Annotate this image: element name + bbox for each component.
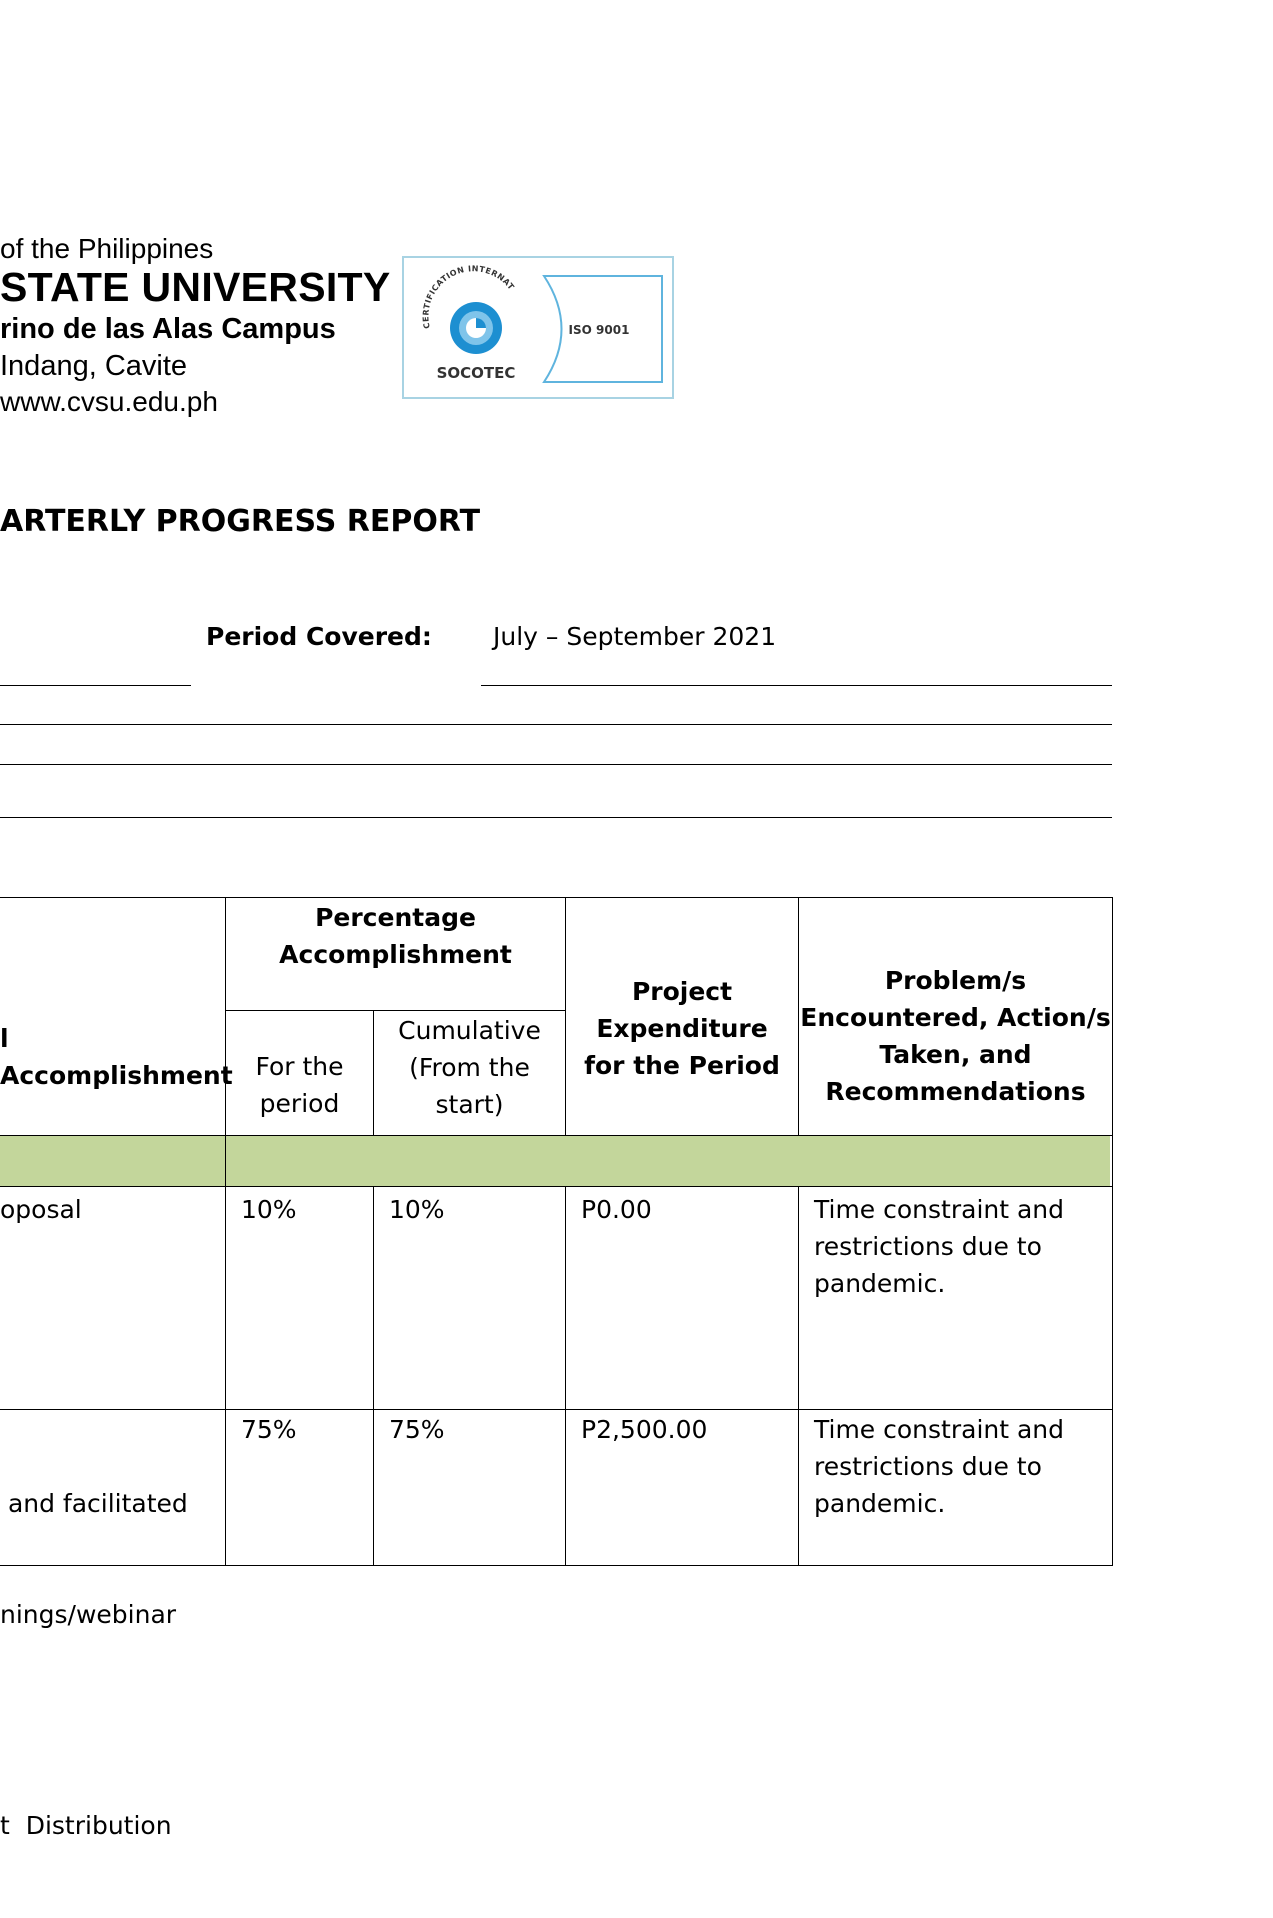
row1-cumulative: 10% [389,1195,445,1224]
row2-for-period: 75% [241,1415,297,1444]
col-header-for-period: For the period [255,1052,344,1118]
form-rule [481,685,1112,686]
row1-expenditure: P0.00 [581,1195,652,1224]
form-rule [0,817,1112,818]
report-title: ARTERLY PROGRESS REPORT [0,504,481,539]
form-rule [0,685,191,686]
header-website: www.cvsu.edu.ph [0,386,218,417]
socotec-iso-certification-logo: CERTIFICATION INTERNATIONAL SOCOTEC ISO … [402,256,674,399]
header-country: of the Philippines [0,233,214,264]
header-location: Indang, Cavite [0,350,188,382]
row2-accomplishment: and facilitated nings/webinar t Distribu… [0,1489,188,1840]
col-header-percentage: Percentage Accomplishment [279,903,512,969]
col-header-accomplishment: l Accomplishment [0,1024,233,1090]
socotec-logo-graphic: CERTIFICATION INTERNATIONAL SOCOTEC ISO … [404,258,663,383]
form-rule [0,764,1112,765]
row2-expenditure: P2,500.00 [581,1415,708,1444]
table-section-band [0,1135,1110,1186]
socotec-brand-text: SOCOTEC [437,364,516,382]
row2-problems: Time constraint and restrictions due to … [814,1415,1065,1518]
row1-accomplishment: oposal [0,1195,82,1224]
row2-cumulative: 75% [389,1415,445,1444]
row1-problems: Time constraint and restrictions due to … [814,1195,1065,1298]
header-university-name: STATE UNIVERSITY [0,264,391,310]
period-covered-label: Period Covered: [206,622,432,651]
col-header-expenditure: Project Expenditure for the Period [584,977,780,1080]
period-covered-value: July – September 2021 [493,622,777,651]
iso-standard-text: ISO 9001 [569,323,630,337]
col-header-problems: Problem/s Encountered, Action/s Taken, a… [800,966,1111,1106]
form-rule [0,724,1112,725]
header-campus: rino de las Alas Campus [0,313,336,345]
col-header-cumulative: Cumulative (From the start) [398,1016,541,1119]
row1-for-period: 10% [241,1195,297,1224]
